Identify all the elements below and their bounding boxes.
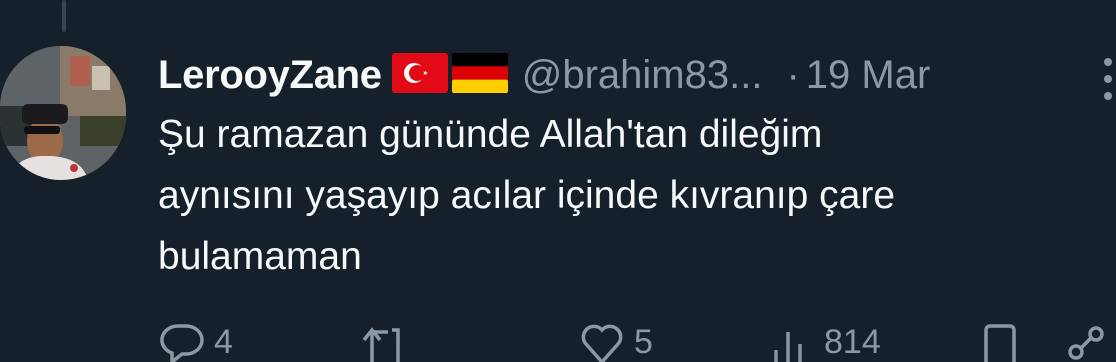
display-name[interactable]: LerooyZane xyxy=(158,53,382,98)
share-icon xyxy=(1068,326,1104,360)
bookmark-icon xyxy=(984,324,1016,362)
tweet-actions: 4 5 814 xyxy=(158,322,1116,362)
share-button[interactable] xyxy=(1064,322,1110,362)
reply-icon xyxy=(160,324,204,362)
retweet-icon xyxy=(362,327,400,362)
tweet-text-line: aynısını yaşayıp acılar içinde kıvranıp … xyxy=(158,174,896,217)
turkey-flag-icon xyxy=(391,52,448,98)
tweet-text: Şu ramazan gününde Allah'tan dileğim ayn… xyxy=(158,104,1108,287)
avatar[interactable] xyxy=(0,46,126,180)
user-handle[interactable]: @brahim83... xyxy=(522,53,763,98)
heart-icon xyxy=(581,324,623,362)
separator-dot: · xyxy=(786,52,800,97)
reply-button[interactable]: 4 xyxy=(160,322,233,362)
avatar-photo xyxy=(0,46,126,180)
views-button[interactable]: 814 xyxy=(770,322,881,362)
like-count: 5 xyxy=(634,323,653,361)
like-button[interactable]: 5 xyxy=(580,322,653,362)
views-count: 814 xyxy=(824,323,881,361)
tweet[interactable]: LerooyZane @brahim83... · 19 Mar Şu rama… xyxy=(158,46,1116,287)
timestamp[interactable]: 19 Mar xyxy=(806,53,931,98)
more-options-icon[interactable] xyxy=(1100,54,1116,104)
views-icon xyxy=(774,332,802,362)
reply-count: 4 xyxy=(214,323,233,361)
retweet-button[interactable] xyxy=(362,322,418,362)
tweet-header: LerooyZane @brahim83... · 19 Mar xyxy=(158,46,1116,104)
germany-flag-icon xyxy=(451,52,508,98)
tweet-text-line: Şu ramazan gününde Allah'tan dileğim xyxy=(158,113,823,156)
bookmark-button[interactable] xyxy=(980,322,1020,362)
thread-connector-line xyxy=(62,0,66,32)
tweet-text-line: bulamaman xyxy=(158,235,362,278)
